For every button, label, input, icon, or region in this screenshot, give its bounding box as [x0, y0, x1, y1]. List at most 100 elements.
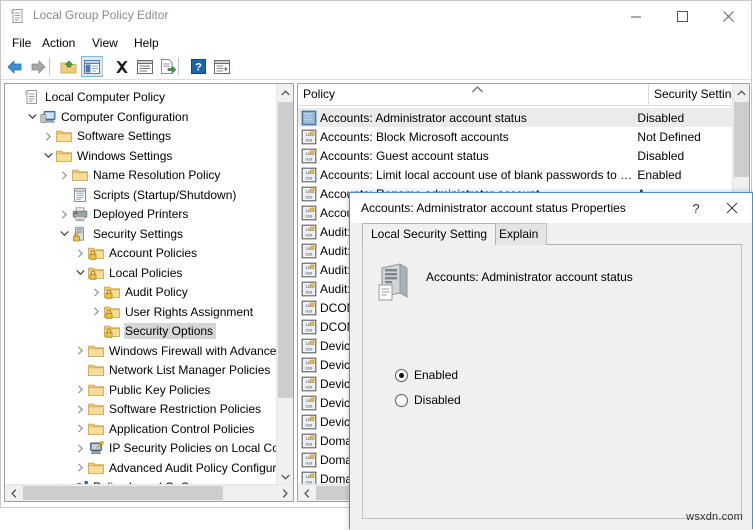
twisty-collapsed[interactable]	[72, 401, 88, 417]
printer-icon	[72, 206, 88, 222]
view-button[interactable]	[211, 56, 233, 77]
folder-icon	[72, 167, 88, 183]
radio-disabled[interactable]: Disabled	[395, 393, 461, 407]
tree-item-advanced-audit-policy-configura[interactable]: Advanced Audit Policy Configura	[72, 458, 277, 478]
tree-item-public-key-policies[interactable]: Public Key Policies	[72, 380, 213, 400]
tab-explain[interactable]: Explain	[490, 223, 547, 245]
tree-item-deployed-printers[interactable]: Deployed Printers	[56, 204, 191, 224]
table-row[interactable]: 10010Accounts: Limit local account use o…	[298, 165, 733, 184]
policy-setting-icon: 10010	[301, 186, 317, 202]
tab-local-security-setting[interactable]: Local Security Setting	[362, 223, 496, 245]
tree-scroll-up-arrow[interactable]	[277, 84, 294, 101]
tree-item-local-policies[interactable]: Local Policies	[72, 263, 185, 283]
twisty-expanded[interactable]	[56, 226, 72, 242]
properties-button[interactable]	[134, 56, 156, 77]
tree-item-application-control-policies[interactable]: Application Control Policies	[72, 419, 257, 439]
tree-scrollbar-thumb[interactable]	[278, 102, 293, 398]
export-list-button[interactable]	[157, 56, 179, 77]
tree-item-local-computer-policy[interactable]: Local Computer Policy	[8, 87, 168, 107]
tree-hscrollbar-thumb[interactable]	[23, 486, 223, 500]
forward-button[interactable]	[27, 56, 49, 77]
list-scroll-up-arrow[interactable]	[733, 84, 750, 101]
server-tower-icon	[376, 262, 412, 302]
tree-horizontal-scrollbar[interactable]	[5, 484, 293, 501]
maximize-button[interactable]	[659, 1, 705, 31]
tree-item-software-restriction-policies[interactable]: Software Restriction Policies	[72, 399, 264, 419]
chevron-right-icon	[77, 405, 84, 414]
up-one-level-button[interactable]	[58, 56, 80, 77]
tree-vertical-scrollbar[interactable]	[276, 84, 293, 485]
tree-item-label: Computer Configuration	[60, 109, 191, 125]
tree-scroll-viewport[interactable]: Local Computer Policy Computer Configurat…	[5, 84, 277, 484]
tree-item-computer-configuration[interactable]: Computer Configuration	[24, 107, 191, 127]
window-title: Local Group Policy Editor	[33, 8, 168, 22]
show-hide-console-tree-button[interactable]	[81, 56, 103, 77]
chevron-up-icon	[737, 90, 746, 96]
tree-item-security-settings[interactable]: Security Settings	[56, 224, 186, 244]
tree-item-label: Audit Policy	[124, 284, 191, 300]
twisty-collapsed[interactable]	[88, 304, 104, 320]
twisty-placeholder	[56, 187, 72, 203]
tree-item-network-list-manager-policies[interactable]: Network List Manager Policies	[72, 360, 273, 380]
tree-item-scripts-startup-shutdown[interactable]: Scripts (Startup/Shutdown)	[56, 185, 239, 205]
tree-item-user-rights-assignment[interactable]: User Rights Assignment	[88, 302, 256, 322]
tree-item-ip-security-policies-on-local-com[interactable]: IP Security Policies on Local Com	[72, 438, 277, 458]
twisty-collapsed[interactable]	[72, 382, 88, 398]
close-button[interactable]	[705, 1, 751, 31]
cell-security-setting: Disabled	[635, 111, 733, 125]
twisty-collapsed[interactable]	[88, 284, 104, 300]
dialog-help-button[interactable]: ?	[678, 193, 714, 223]
back-button[interactable]	[4, 56, 26, 77]
minimize-button[interactable]	[613, 1, 659, 31]
help-button[interactable]: ?	[187, 56, 209, 77]
list-scrollbar-thumb[interactable]	[734, 102, 749, 177]
menu-item-action[interactable]: Action	[37, 34, 80, 52]
tree-item-account-policies[interactable]: Account Policies	[72, 243, 200, 263]
twisty-expanded[interactable]	[24, 109, 40, 125]
twisty-collapsed[interactable]	[72, 343, 88, 359]
folder-icon	[88, 401, 104, 417]
toolbar-separator	[49, 58, 50, 75]
delete-button[interactable]	[111, 56, 133, 77]
svg-text:010: 010	[306, 403, 313, 408]
radio-enabled[interactable]: Enabled	[395, 368, 458, 382]
policy-setting-icon: 10010	[301, 243, 317, 259]
table-row[interactable]: Accounts: Administrator account statusDi…	[298, 108, 733, 127]
tree-scroll-left-arrow[interactable]	[5, 485, 22, 501]
twisty-placeholder	[72, 362, 88, 378]
tree-item-audit-policy[interactable]: Audit Policy	[88, 282, 191, 302]
tree-item-name-resolution-policy[interactable]: Name Resolution Policy	[56, 165, 223, 185]
menu-item-view[interactable]: View	[87, 34, 123, 52]
menu-item-file[interactable]: File	[7, 34, 36, 52]
twisty-collapsed[interactable]	[72, 245, 88, 261]
twisty-collapsed[interactable]	[56, 167, 72, 183]
folder-icon	[56, 128, 72, 144]
twisty-expanded[interactable]	[72, 265, 88, 281]
ip-security-icon	[88, 440, 104, 456]
close-icon	[723, 11, 734, 22]
tree-item-software-settings[interactable]: Software Settings	[40, 126, 174, 146]
twisty-collapsed[interactable]	[40, 128, 56, 144]
folder-up-icon	[60, 59, 78, 75]
tree-scroll-down-arrow[interactable]	[277, 468, 294, 485]
twisty-collapsed[interactable]	[72, 440, 88, 456]
twisty-expanded[interactable]	[40, 148, 56, 164]
toolbar-separator	[178, 58, 179, 75]
tree-item-windows-settings[interactable]: Windows Settings	[40, 146, 175, 166]
tree-item-policy-based-qos[interactable]: Policy-based QoS	[56, 477, 192, 484]
folder-lock-icon	[88, 265, 104, 281]
table-row[interactable]: 10010Accounts: Block Microsoft accountsN…	[298, 127, 733, 146]
tree-item-security-options[interactable]: Security Options	[88, 321, 216, 341]
tree-scroll-right-arrow[interactable]	[276, 485, 293, 501]
twisty-collapsed[interactable]	[72, 421, 88, 437]
dialog-close-button[interactable]	[714, 193, 750, 223]
list-scroll-left-arrow[interactable]	[298, 485, 315, 501]
tree-item-label: Local Computer Policy	[44, 89, 168, 105]
tree-item-windows-firewall-with-advanced[interactable]: Windows Firewall with Advanced	[72, 341, 277, 361]
twisty-collapsed[interactable]	[72, 460, 88, 476]
table-row[interactable]: 10010Accounts: Guest account statusDisab…	[298, 146, 733, 165]
chevron-right-icon	[61, 171, 68, 180]
twisty-collapsed[interactable]	[56, 206, 72, 222]
menu-item-help[interactable]: Help	[129, 34, 164, 52]
script-icon	[72, 187, 88, 203]
